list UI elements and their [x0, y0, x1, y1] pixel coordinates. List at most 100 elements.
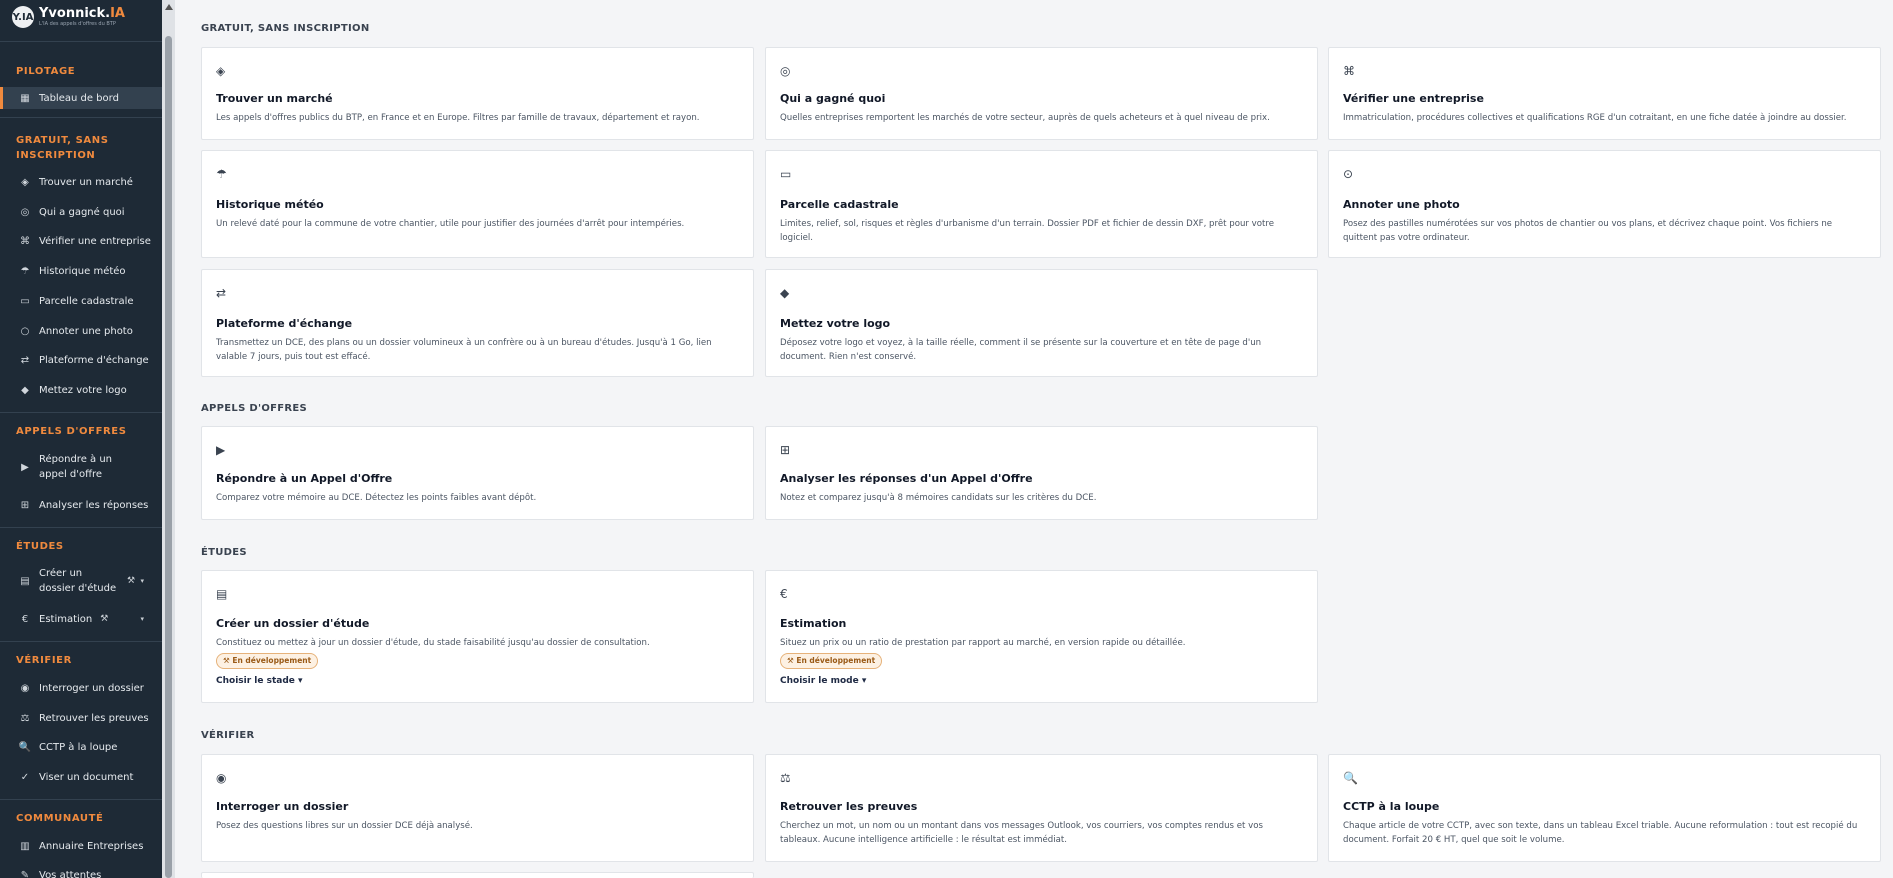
sidebar-item-label: Annoter une photo — [39, 325, 133, 337]
status-badge: ⚒ En développement — [780, 653, 883, 669]
sidebar-item-trouver-marche[interactable]: ◈ Trouver un marché — [0, 171, 162, 193]
card-title: Répondre à un Appel d'Offre — [216, 472, 393, 485]
sidebar-item-qui-a-gagne[interactable]: ◎ Qui a gagné quoi — [0, 201, 162, 223]
medal-icon: ◎ — [20, 206, 30, 218]
sidebar-section-verifier: VÉRIFIER — [16, 655, 72, 666]
sidebar-item-label: Tableau de bord — [39, 92, 119, 104]
choose-stage-dropdown[interactable]: Choisir le stade ▾ — [216, 676, 303, 686]
card-description: Quelles entreprises remportent les march… — [780, 113, 1270, 123]
sidebar-item-historique-meteo[interactable]: ☂ Historique météo — [0, 260, 162, 282]
scrollbar-thumb[interactable] — [165, 36, 172, 878]
sidebar-divider — [0, 41, 162, 42]
sidebar-section-appels-offres: APPELS D'OFFRES — [16, 426, 127, 437]
card-title: Qui a gagné quoi — [780, 92, 886, 105]
card-description: Immatriculation, procédures collectives … — [1343, 113, 1847, 123]
sidebar-item-cctp-loupe[interactable]: 🔍 CCTP à la loupe — [0, 736, 162, 758]
logo-badge: Y.IA — [12, 6, 34, 28]
scroll-up-icon[interactable] — [165, 4, 173, 10]
sidebar-item-verifier-entreprise[interactable]: ⌘ Vérifier une entreprise — [0, 230, 162, 252]
card-interroger-dossier[interactable]: ◉ Interroger un dossier Posez des questi… — [201, 754, 754, 862]
sidebar-item-tableau-de-bord[interactable]: ▦ Tableau de bord — [0, 87, 162, 109]
target-icon: ◈ — [21, 176, 29, 188]
section-title-appels-offres: APPELS D'OFFRES — [201, 403, 308, 414]
sidebar-item-label: Retrouver les preuves — [39, 712, 149, 724]
card-description: Notez et comparez jusqu'à 8 mémoires can… — [780, 493, 1097, 503]
sidebar-divider — [0, 117, 162, 118]
target-icon: ◈ — [216, 64, 226, 78]
sidebar-section-etudes: ÉTUDES — [16, 541, 64, 552]
magnifier-icon: 🔍 — [18, 741, 32, 753]
sidebar-item-label: Annuaire Entreprises — [39, 840, 144, 852]
card-retrouver-preuves[interactable]: ⚖ Retrouver les preuves Cherchez un mot,… — [765, 754, 1318, 862]
sidebar-item-annoter-photo[interactable]: ○ Annoter une photo — [0, 320, 162, 342]
sidebar-item-label: Répondre à un appel d'offre — [39, 454, 113, 480]
card-title: Annoter une photo — [1343, 198, 1460, 211]
document-icon: ▤ — [216, 587, 228, 601]
diamond-icon: ◆ — [21, 384, 29, 396]
chevron-down-icon[interactable]: ▾ — [140, 615, 144, 623]
card-historique-meteo[interactable]: ☂ Historique météo Un relevé daté pour l… — [201, 150, 754, 258]
card-mettez-logo[interactable]: ◆ Mettez votre logo Déposez votre logo e… — [765, 269, 1318, 377]
card-trouver-marche[interactable]: ◈ Trouver un marché Les appels d'offres … — [201, 47, 754, 140]
sidebar-item-parcelle-cadastrale[interactable]: ▭ Parcelle cadastrale — [0, 290, 162, 312]
scales-icon: ⚖ — [780, 771, 791, 785]
play-icon: ▶ — [21, 461, 29, 473]
sidebar-item-label: Plateforme d'échange — [39, 354, 149, 366]
sidebar-item-label: Vérifier une entreprise — [39, 235, 151, 247]
main-content: GRATUIT, SANS INSCRIPTION ◈ Trouver un m… — [175, 0, 1893, 878]
section-title-verifier: VÉRIFIER — [201, 730, 255, 741]
medal-icon: ◎ — [780, 64, 791, 78]
card-qui-a-gagne[interactable]: ◎ Qui a gagné quoi Quelles entreprises r… — [765, 47, 1318, 140]
sidebar-item-label: Créer un dossier d'étude — [39, 568, 117, 594]
card-parcelle-cadastrale[interactable]: ▭ Parcelle cadastrale Limites, relief, s… — [765, 150, 1318, 258]
dashboard-icon: ▦ — [20, 92, 30, 104]
sidebar-item-retrouver-preuves[interactable]: ⚖ Retrouver les preuves — [0, 707, 162, 729]
sidebar-item-viser-document[interactable]: ✓ Viser un document — [0, 766, 162, 788]
choose-mode-dropdown[interactable]: Choisir le mode ▾ — [780, 676, 866, 686]
directory-icon: ▥ — [20, 840, 30, 852]
card-title: Mettez votre logo — [780, 317, 891, 330]
command-icon: ⌘ — [1343, 64, 1355, 78]
umbrella-icon: ☂ — [20, 265, 30, 277]
card-plateforme-echange[interactable]: ⇄ Plateforme d'échange Transmettez un DC… — [201, 269, 754, 377]
grid-icon: ⊞ — [780, 443, 791, 457]
card-annoter-photo[interactable]: ⊙ Annoter une photo Posez des pastilles … — [1328, 150, 1881, 258]
sidebar-item-label: Analyser les réponses — [39, 499, 149, 511]
circle-icon: ○ — [20, 325, 30, 337]
sidebar-item-interroger-dossier[interactable]: ◉ Interroger un dossier — [0, 677, 162, 699]
exchange-icon: ⇄ — [20, 354, 30, 366]
document-icon: ▤ — [20, 575, 30, 587]
card-analyser-reponses[interactable]: ⊞ Analyser les réponses d'un Appel d'Off… — [765, 426, 1318, 520]
sidebar-scrollbar[interactable] — [162, 0, 175, 878]
card-creer-dossier-etude[interactable]: ▤ Créer un dossier d'étude Constituez ou… — [201, 570, 754, 703]
card-description: Comparez votre mémoire au DCE. Détectez … — [216, 493, 537, 503]
sidebar-item-annuaire[interactable]: ▥ Annuaire Entreprises — [0, 835, 162, 857]
sidebar-item-repondre-ao[interactable]: ▶ Répondre à un appel d'offre — [0, 451, 162, 483]
sidebar-item-vos-attentes[interactable]: ✎ Vos attentes — [0, 864, 162, 878]
card-estimation[interactable]: € Estimation Situez un prix ou un ratio … — [765, 570, 1318, 703]
card-title: Interroger un dossier — [216, 800, 349, 813]
app-logo[interactable]: Y.IA Yvonnick.IA L'IA des appels d'offre… — [12, 3, 125, 31]
sidebar-section-pilotage: PILOTAGE — [16, 66, 76, 77]
euro-icon: € — [780, 587, 788, 601]
pencil-icon: ✎ — [20, 869, 30, 878]
card-description: Déposez votre logo et voyez, à la taille… — [780, 338, 1262, 362]
sidebar-item-plateforme-echange[interactable]: ⇄ Plateforme d'échange — [0, 349, 162, 371]
chevron-down-icon[interactable]: ▾ — [140, 577, 144, 585]
radio-icon: ◉ — [20, 682, 30, 694]
sidebar: Y.IA Yvonnick.IA L'IA des appels d'offre… — [0, 0, 162, 878]
sidebar-item-label: Mettez votre logo — [39, 384, 127, 396]
card-repondre-ao[interactable]: ▶ Répondre à un Appel d'Offre Comparez v… — [201, 426, 754, 520]
scales-icon: ⚖ — [20, 712, 30, 724]
card-partial[interactable] — [201, 872, 754, 878]
sidebar-item-analyser-reponses[interactable]: ⊞ Analyser les réponses — [0, 494, 162, 516]
card-verifier-entreprise[interactable]: ⌘ Vérifier une entreprise Immatriculatio… — [1328, 47, 1881, 140]
sidebar-item-mettez-logo[interactable]: ◆ Mettez votre logo — [0, 379, 162, 401]
sidebar-item-creer-dossier-etude[interactable]: ▤ Créer un dossier d'étude ⚒ ▾ — [0, 565, 162, 597]
section-title-gratuit: GRATUIT, SANS INSCRIPTION — [201, 23, 370, 34]
section-title-etudes: ÉTUDES — [201, 547, 247, 558]
sidebar-item-estimation[interactable]: € Estimation ⚒ ▾ — [0, 608, 162, 630]
card-description: Situez un prix ou un ratio de prestation… — [780, 638, 1186, 648]
card-cctp-loupe[interactable]: 🔍 CCTP à la loupe Chaque article de votr… — [1328, 754, 1881, 862]
sidebar-item-label: Vos attentes — [39, 869, 102, 878]
